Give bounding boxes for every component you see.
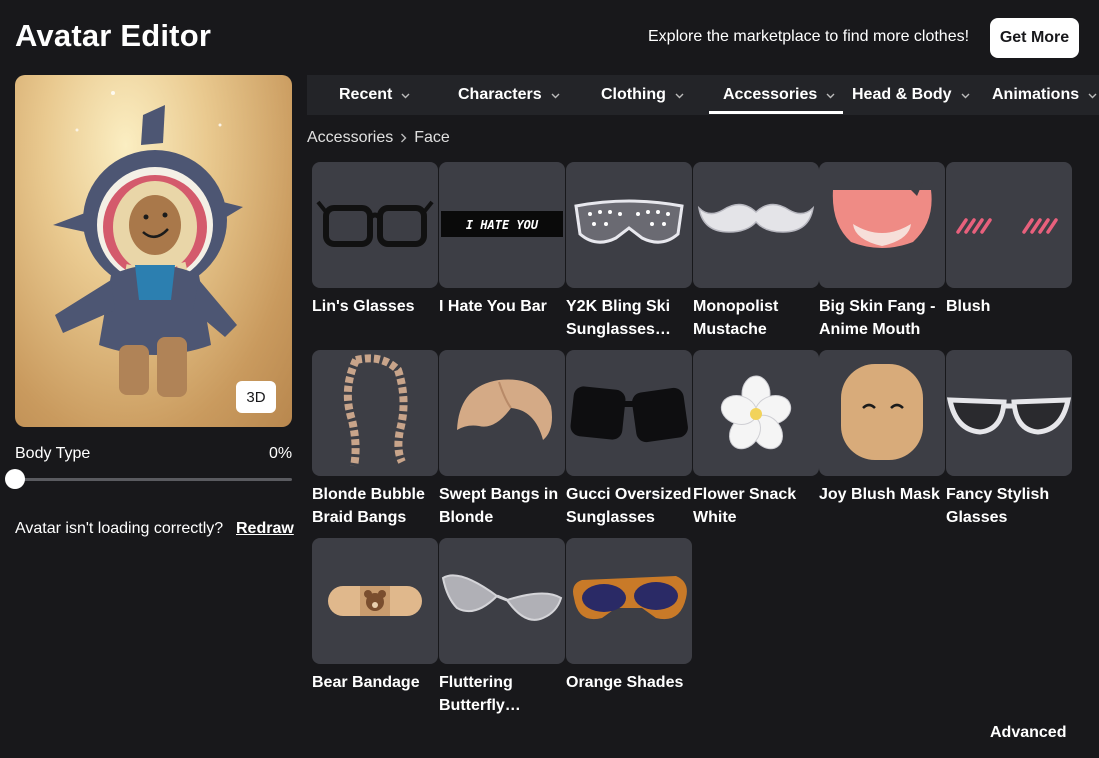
breadcrumb-current: Face: [414, 129, 450, 146]
item-card[interactable]: Flower Snack White: [693, 350, 819, 529]
item-name: Flower Snack White: [693, 486, 797, 526]
braid-bangs-icon: [343, 354, 408, 467]
mustache-icon: [697, 203, 815, 233]
item-card[interactable]: Fluttering Butterfly…: [439, 538, 565, 717]
item-card[interactable]: I HATE YOU I Hate You Bar: [439, 162, 565, 318]
blush-icon: [956, 218, 1058, 234]
smiling-mask-icon: [841, 364, 923, 460]
chevron-down-icon: [401, 93, 410, 98]
tab-label: Clothing: [601, 86, 666, 103]
item-name: Y2K Bling Ski Sunglasses…: [566, 298, 671, 338]
chevron-down-icon: [1088, 93, 1097, 98]
avatar-preview[interactable]: 3D: [15, 75, 292, 427]
view-3d-toggle[interactable]: 3D: [236, 381, 276, 413]
orange-shades-icon: [573, 576, 687, 620]
oversized-sunglasses-icon: [570, 386, 688, 443]
text-bar-icon: I HATE YOU: [441, 211, 563, 237]
breadcrumb-parent[interactable]: Accessories: [307, 129, 393, 147]
breadcrumb: Accessories Face: [307, 129, 450, 147]
item-thumbnail: I HATE YOU: [439, 162, 565, 288]
item-name: Joy Blush Mask: [819, 486, 940, 503]
item-card[interactable]: Blush: [946, 162, 1072, 318]
item-thumbnail: [946, 350, 1072, 476]
item-card[interactable]: Big Skin Fang - Anime Mouth: [819, 162, 945, 341]
get-more-button[interactable]: Get More: [990, 18, 1079, 58]
tab-clothing[interactable]: Clothing: [601, 75, 685, 115]
item-name: Swept Bangs in Blonde: [439, 486, 559, 526]
item-card[interactable]: Gucci Oversized Sunglasses: [566, 350, 692, 529]
item-thumbnail: [566, 538, 692, 664]
item-card[interactable]: Orange Shades: [566, 538, 692, 694]
item-name: Lin's Glasses: [312, 298, 415, 315]
selected-tab-indicator: [709, 111, 843, 114]
body-type-slider-thumb[interactable]: [5, 469, 25, 489]
item-name: Orange Shades: [566, 674, 684, 691]
item-thumbnail: [566, 350, 692, 476]
item-name: Gucci Oversized Sunglasses: [566, 486, 692, 526]
page-title: Avatar Editor: [15, 18, 212, 53]
bear-bandage-icon: [328, 586, 422, 616]
marketplace-promo-text: Explore the marketplace to find more clo…: [648, 28, 970, 45]
item-thumbnail: [439, 350, 565, 476]
loading-issue-text: Avatar isn't loading correctly?: [15, 520, 224, 537]
butterfly-glasses-icon: [441, 574, 563, 621]
item-name: Blush: [946, 298, 991, 315]
item-name: Big Skin Fang - Anime Mouth: [819, 298, 936, 338]
tab-label: Characters: [458, 86, 542, 103]
chevron-down-icon: [826, 93, 835, 98]
tab-animations[interactable]: Animations: [992, 75, 1098, 115]
chevron-down-icon: [675, 93, 684, 98]
item-thumbnail: [312, 538, 438, 664]
item-thumbnail: [693, 162, 819, 288]
body-type-value: 0%: [269, 445, 293, 462]
item-thumbnail: [439, 538, 565, 664]
item-thumbnail: [693, 350, 819, 476]
tab-accessories[interactable]: Accessories: [723, 75, 836, 115]
item-thumbnail: [566, 162, 692, 288]
item-card[interactable]: Blonde Bubble Braid Bangs: [312, 350, 438, 529]
category-tab-bar: Recent Characters Clothing Accessories H…: [307, 75, 1099, 115]
item-name: Monopolist Mustache: [693, 298, 779, 338]
tab-characters[interactable]: Characters: [458, 75, 561, 115]
tab-label: Animations: [992, 86, 1080, 103]
chevron-down-icon: [551, 93, 560, 98]
bar-text: I HATE YOU: [466, 218, 539, 232]
body-type-slider[interactable]: [15, 478, 292, 481]
anime-mouth-icon: [832, 182, 932, 248]
item-card[interactable]: Bear Bandage: [312, 538, 438, 694]
black-glasses-icon: [316, 200, 434, 247]
item-card[interactable]: Lin's Glasses: [312, 162, 438, 318]
body-type-label: Body Type: [15, 445, 91, 462]
avatar-figure: [53, 91, 243, 397]
advanced-button[interactable]: Advanced: [990, 724, 1066, 742]
item-name: Blonde Bubble Braid Bangs: [312, 486, 425, 526]
chevron-down-icon: [961, 93, 970, 98]
item-thumbnail: [819, 162, 945, 288]
ski-sunglasses-icon: [574, 199, 684, 244]
item-card[interactable]: Swept Bangs in Blonde: [439, 350, 565, 529]
redraw-link[interactable]: Redraw: [236, 520, 294, 538]
item-name: I Hate You Bar: [439, 298, 547, 315]
item-name: Bear Bandage: [312, 674, 420, 691]
item-name: Fancy Stylish Glasses: [946, 486, 1050, 526]
tab-label: Head & Body: [852, 86, 952, 103]
cat-eye-glasses-icon: [946, 397, 1072, 435]
item-card[interactable]: Monopolist Mustache: [693, 162, 819, 341]
tab-head-body[interactable]: Head & Body: [852, 75, 971, 115]
tab-label: Recent: [339, 86, 393, 103]
white-flower-icon: [720, 375, 792, 450]
item-thumbnail: [819, 350, 945, 476]
swept-bangs-icon: [457, 379, 552, 440]
item-thumbnail: [946, 162, 1072, 288]
item-card[interactable]: Y2K Bling Ski Sunglasses…: [566, 162, 692, 341]
item-thumbnail: [312, 350, 438, 476]
item-card[interactable]: Fancy Stylish Glasses: [946, 350, 1072, 529]
item-name: Fluttering Butterfly…: [439, 674, 521, 714]
item-thumbnail: [312, 162, 438, 288]
tab-recent[interactable]: Recent: [339, 75, 411, 115]
item-card[interactable]: Joy Blush Mask: [819, 350, 945, 506]
tab-label: Accessories: [723, 86, 818, 103]
chevron-right-icon: [401, 133, 407, 143]
